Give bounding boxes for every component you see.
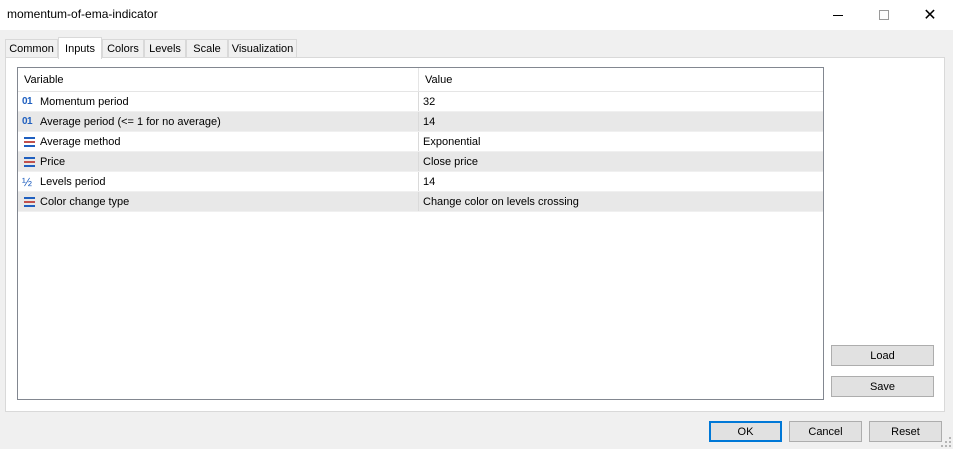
enum-type-icon bbox=[22, 195, 38, 209]
ok-button[interactable]: OK bbox=[709, 421, 782, 442]
variable-cell: Color change type bbox=[18, 192, 419, 211]
tab-colors[interactable]: Colors bbox=[102, 39, 144, 58]
value-cell[interactable]: Close price bbox=[419, 152, 823, 171]
tab-common[interactable]: Common bbox=[5, 39, 58, 58]
tab-scale[interactable]: Scale bbox=[186, 39, 228, 58]
save-button[interactable]: Save bbox=[831, 376, 934, 397]
grid-row[interactable]: 01 Momentum period 32 bbox=[18, 92, 823, 112]
value-cell[interactable]: 32 bbox=[419, 92, 823, 111]
grid-row[interactable]: Color change type Change color on levels… bbox=[18, 192, 823, 212]
variable-cell: Average method bbox=[18, 132, 419, 151]
title-bar: momentum-of-ema-indicator ✕ bbox=[0, 0, 953, 30]
column-header-value[interactable]: Value bbox=[419, 68, 823, 91]
load-button[interactable]: Load bbox=[831, 345, 934, 366]
inputs-panel: Variable Value 01 Momentum period 32 01 … bbox=[5, 57, 945, 412]
tab-levels[interactable]: Levels bbox=[144, 39, 186, 58]
variable-cell: Price bbox=[18, 152, 419, 171]
maximize-button[interactable] bbox=[861, 0, 907, 30]
value-cell[interactable]: Change color on levels crossing bbox=[419, 192, 823, 211]
grid-row[interactable]: 01 Average period (<= 1 for no average) … bbox=[18, 112, 823, 132]
tab-inputs[interactable]: Inputs bbox=[58, 37, 102, 59]
grid-header: Variable Value bbox=[18, 68, 823, 92]
variable-cell: ½ Levels period bbox=[18, 172, 419, 191]
variable-name: Average period (<= 1 for no average) bbox=[40, 115, 221, 128]
maximize-icon bbox=[879, 10, 889, 20]
grid-row[interactable]: ½ Levels period 14 bbox=[18, 172, 823, 192]
value-cell[interactable]: Exponential bbox=[419, 132, 823, 151]
inputs-grid[interactable]: Variable Value 01 Momentum period 32 01 … bbox=[17, 67, 824, 400]
window-title: momentum-of-ema-indicator bbox=[7, 7, 158, 21]
variable-cell: 01 Momentum period bbox=[18, 92, 419, 111]
integer-type-icon: 01 bbox=[22, 115, 33, 127]
variable-name: Levels period bbox=[40, 175, 106, 188]
column-header-variable[interactable]: Variable bbox=[18, 68, 419, 91]
resize-grip-icon[interactable] bbox=[941, 437, 951, 447]
value-cell[interactable]: 14 bbox=[419, 112, 823, 131]
tab-visualization[interactable]: Visualization bbox=[228, 39, 297, 58]
close-icon: ✕ bbox=[923, 5, 937, 24]
close-button[interactable]: ✕ bbox=[907, 0, 953, 30]
variable-name: Price bbox=[40, 155, 66, 168]
enum-type-icon bbox=[22, 155, 38, 169]
variable-name: Momentum period bbox=[40, 95, 129, 108]
fraction-type-icon: ½ bbox=[22, 174, 33, 189]
minimize-icon bbox=[833, 14, 843, 16]
enum-type-icon bbox=[22, 135, 38, 149]
value-cell[interactable]: 14 bbox=[419, 172, 823, 191]
variable-cell: 01 Average period (<= 1 for no average) bbox=[18, 112, 419, 131]
grid-row[interactable]: Average method Exponential bbox=[18, 132, 823, 152]
minimize-button[interactable] bbox=[815, 0, 861, 30]
integer-type-icon: 01 bbox=[22, 95, 33, 107]
variable-name: Average method bbox=[40, 135, 121, 148]
reset-button[interactable]: Reset bbox=[869, 421, 942, 442]
variable-name: Color change type bbox=[40, 195, 130, 208]
cancel-button[interactable]: Cancel bbox=[789, 421, 862, 442]
grid-row[interactable]: Price Close price bbox=[18, 152, 823, 172]
